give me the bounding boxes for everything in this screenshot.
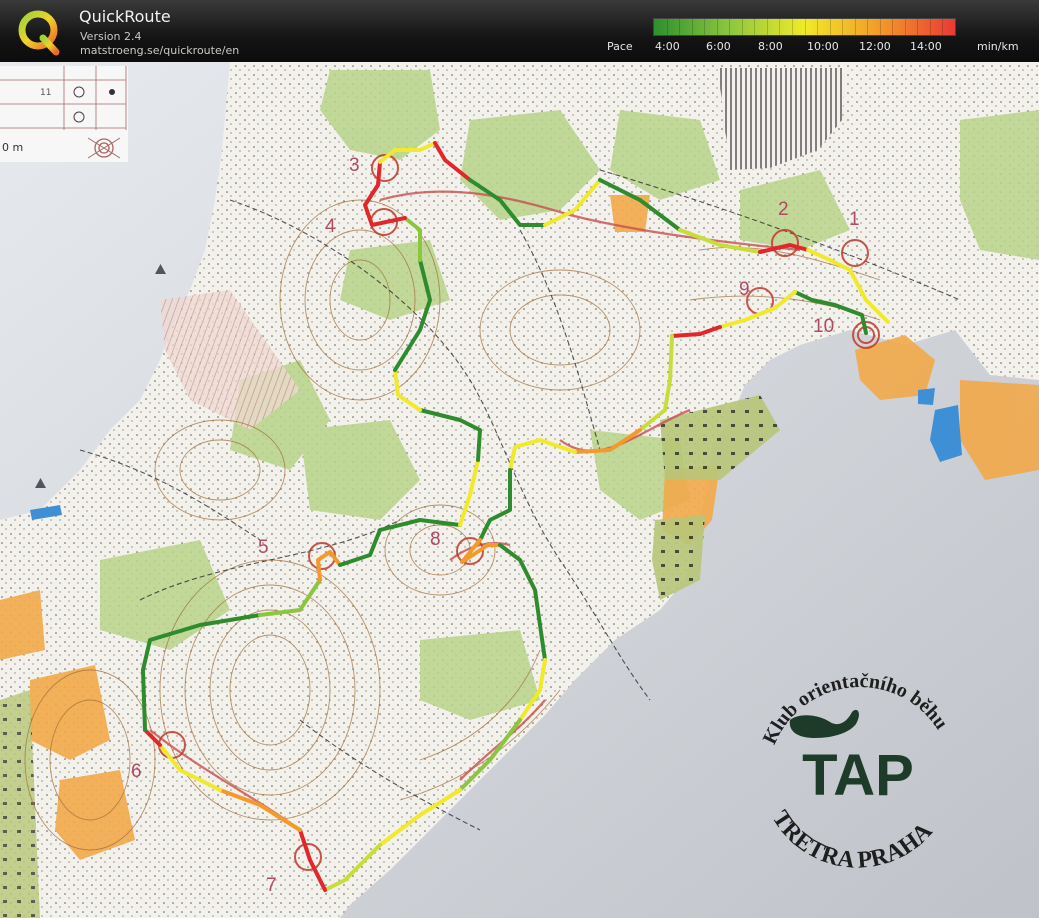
map-canvas[interactable]: 11 0 m 1 2 3 4 5 6 7 8 9 10 Klub orienta… xyxy=(0,62,1039,918)
legend-segment-divider xyxy=(704,19,706,35)
control-number-5: 5 xyxy=(258,537,269,558)
control-number-3: 3 xyxy=(349,155,360,176)
legend-segment-divider xyxy=(779,19,781,35)
legend-segment-divider xyxy=(892,19,894,35)
control-number-9: 9 xyxy=(739,279,750,300)
legend-tick: 10:00 xyxy=(807,40,839,53)
control-number-8: 8 xyxy=(430,529,441,550)
legend-segment-divider xyxy=(929,19,931,35)
legend-tick: 8:00 xyxy=(758,40,783,53)
legend-segment-divider xyxy=(754,19,756,35)
app-version: Version 2.4 xyxy=(80,30,142,43)
header-bar: QuickRoute Version 2.4 matstroeng.se/qui… xyxy=(0,0,1039,62)
pace-legend-bar xyxy=(653,18,956,36)
quickroute-logo-icon xyxy=(18,10,60,56)
legend-segment-divider xyxy=(867,19,869,35)
legend-segment-divider xyxy=(716,19,718,35)
club-initials: TAP xyxy=(802,743,914,808)
legend-unit: min/km xyxy=(977,40,1019,53)
legend-segment-divider xyxy=(766,19,768,35)
legend-segment-divider xyxy=(679,19,681,35)
legend-tick: 14:00 xyxy=(910,40,942,53)
scale-text: 0 m xyxy=(2,141,23,154)
legend-segment-divider xyxy=(904,19,906,35)
control-number-2: 2 xyxy=(778,199,789,220)
legend-segment-divider xyxy=(729,19,731,35)
legend-tick: 4:00 xyxy=(655,40,680,53)
legend-segment-divider xyxy=(817,19,819,35)
legend-tick: 12:00 xyxy=(859,40,891,53)
control-number-7: 7 xyxy=(266,875,277,896)
legend-segment-divider xyxy=(942,19,944,35)
legend-label: Pace xyxy=(607,40,633,53)
legend-segment-divider xyxy=(791,19,793,35)
control-number-4: 4 xyxy=(325,216,336,237)
app-url-link[interactable]: matstroeng.se/quickroute/en xyxy=(80,44,239,57)
control-number-10: 10 xyxy=(813,316,834,337)
legend-tick: 6:00 xyxy=(706,40,731,53)
control-number-1: 1 xyxy=(849,209,860,230)
legend-segment-divider xyxy=(741,19,743,35)
legend-segment-divider xyxy=(842,19,844,35)
legend-segment-divider xyxy=(829,19,831,35)
legend-segment-divider xyxy=(879,19,881,35)
orienteering-map[interactable]: 11 0 m 1 2 3 4 5 6 7 8 9 10 Klub orienta… xyxy=(0,62,1039,918)
description-cell-text: 11 xyxy=(40,88,51,98)
legend-segment-divider xyxy=(854,19,856,35)
control-number-6: 6 xyxy=(131,761,142,782)
legend-segment-divider xyxy=(666,19,668,35)
legend-segment-divider xyxy=(804,19,806,35)
legend-segment-divider xyxy=(917,19,919,35)
app-title: QuickRoute xyxy=(79,7,171,26)
legend-segment-divider xyxy=(691,19,693,35)
